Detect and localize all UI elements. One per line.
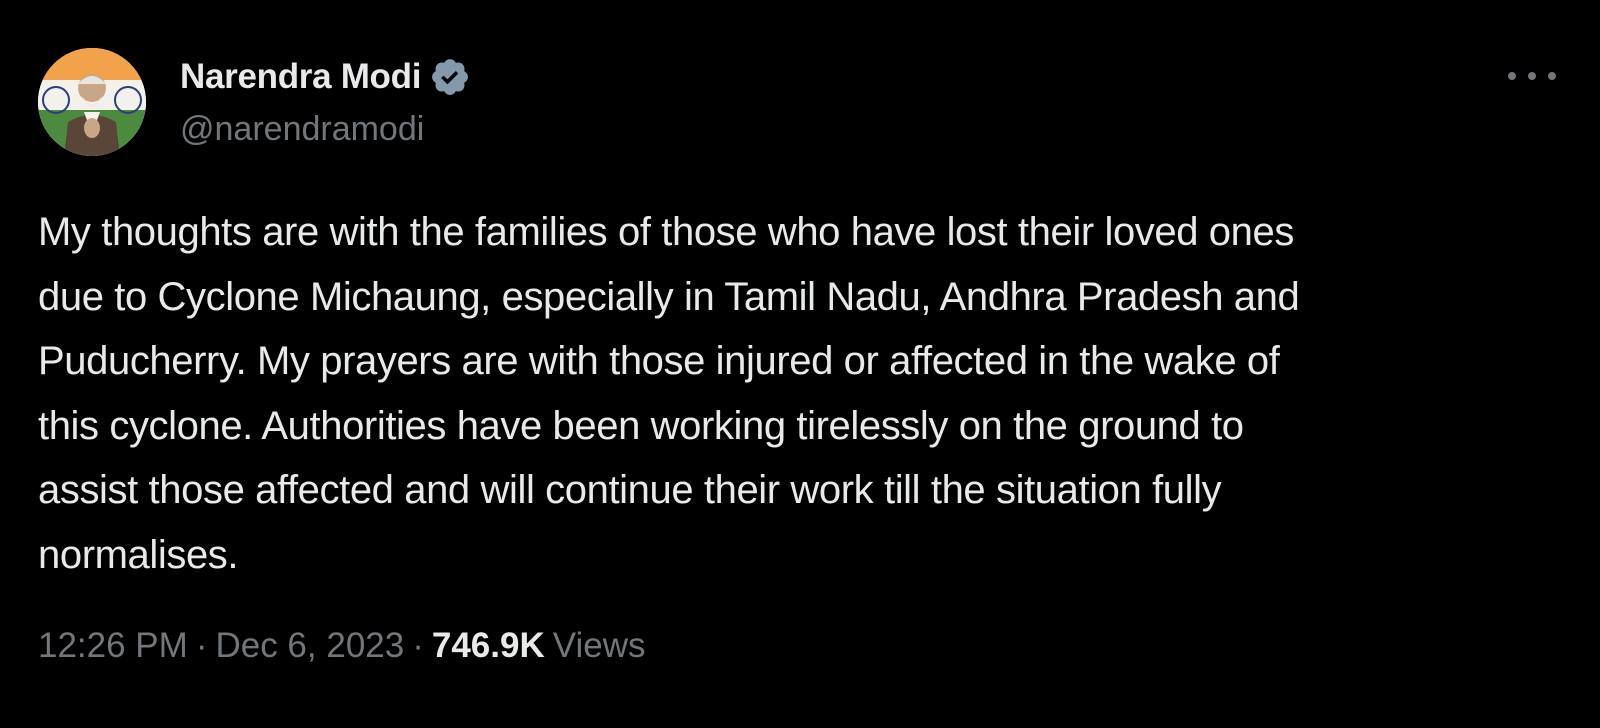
views-label: Views xyxy=(552,626,646,665)
tweet-card: Narendra Modi @narendramodi My thoughts … xyxy=(0,0,1600,728)
author-name-row[interactable]: Narendra Modi xyxy=(180,54,471,100)
avatar[interactable] xyxy=(38,48,146,156)
tweet-date[interactable]: Dec 6, 2023 xyxy=(215,626,404,666)
more-horizontal-icon[interactable] xyxy=(1508,64,1556,88)
tweet-time[interactable]: 12:26 PM xyxy=(38,626,188,666)
tweet-text-line: Puducherry. My prayers are with those in… xyxy=(38,339,1280,383)
avatar-image xyxy=(38,48,146,156)
author-display-name[interactable]: Narendra Modi xyxy=(180,57,421,97)
tweet-text-line: this cyclone. Authorities have been work… xyxy=(38,403,1244,448)
tweet-meta: 12:26 PM · Dec 6, 2023 · 746.9K Views xyxy=(38,626,645,666)
tweet-text: My thoughts are with the families of tho… xyxy=(38,200,1568,587)
dot xyxy=(1508,72,1516,80)
dot xyxy=(1548,72,1556,80)
verified-badge-icon[interactable] xyxy=(429,56,471,98)
views-count[interactable]: 746.9K xyxy=(432,626,545,666)
tweet-text-line: normalises. xyxy=(38,532,239,577)
meta-separator: · xyxy=(195,626,208,665)
dot xyxy=(1528,72,1536,80)
author-handle[interactable]: @narendramodi xyxy=(180,110,424,149)
meta-separator: · xyxy=(412,626,424,665)
tweet-text-line: due to Cyclone Michaung, especially in T… xyxy=(38,274,1300,319)
tweet-text-line: My thoughts are with the families of tho… xyxy=(38,210,1294,254)
tweet-text-line: assist those affected and will continue … xyxy=(38,468,1222,512)
